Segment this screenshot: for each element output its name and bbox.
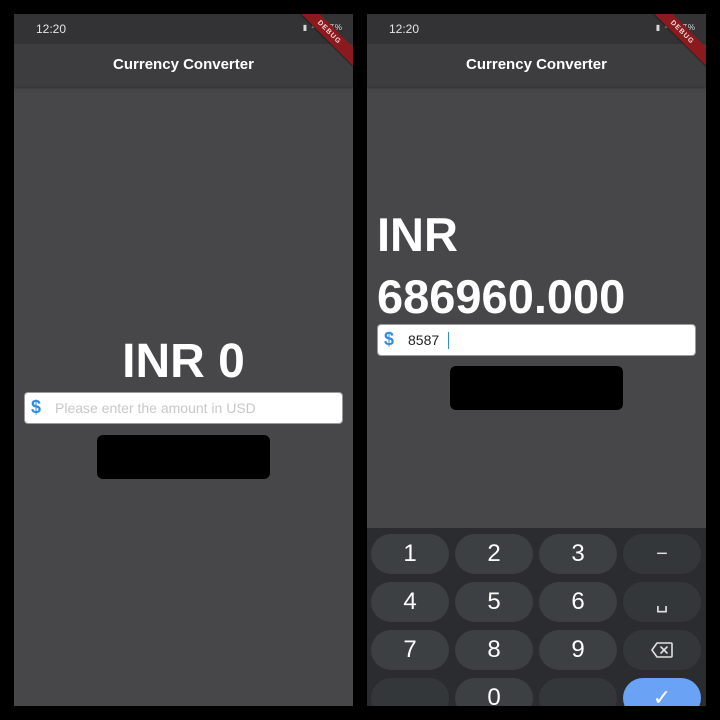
conversion-result: INR 0	[122, 335, 245, 388]
key-7[interactable]: 7	[371, 630, 449, 670]
key-0[interactable]: 0	[455, 678, 533, 706]
status-bar: 12:20 ▮ ⁴ᴳ 87%	[367, 14, 706, 44]
amount-field[interactable]: $	[24, 392, 343, 424]
key-2[interactable]: 2	[455, 534, 533, 574]
phone-screen-initial: 12:20 ▮ ⁴ᴳ 87% Currency Converter DEBUG …	[14, 14, 353, 706]
key-space[interactable]: ␣	[623, 582, 701, 622]
key-minus[interactable]: −	[623, 534, 701, 574]
key-4[interactable]: 4	[371, 582, 449, 622]
key-9[interactable]: 9	[539, 630, 617, 670]
status-bar: 12:20 ▮ ⁴ᴳ 87%	[14, 14, 353, 44]
backspace-icon	[651, 642, 673, 658]
key-1[interactable]: 1	[371, 534, 449, 574]
key-3[interactable]: 3	[539, 534, 617, 574]
key-enter[interactable]: ✓	[623, 678, 701, 706]
key-5[interactable]: 5	[455, 582, 533, 622]
convert-button[interactable]	[450, 366, 623, 410]
amount-field[interactable]: $	[377, 324, 696, 356]
status-time: 12:20	[389, 22, 420, 36]
app-bar: Currency Converter	[14, 44, 353, 87]
phone-screen-converted: 12:20 ▮ ⁴ᴳ 87% Currency Converter DEBUG …	[367, 14, 706, 706]
key-backspace[interactable]	[623, 630, 701, 670]
numeric-keyboard: 1 2 3 − 4 5 6 ␣ 7 8 9 0 ✓	[367, 528, 706, 706]
key-blank-2[interactable]	[539, 678, 617, 706]
key-6[interactable]: 6	[539, 582, 617, 622]
amount-input[interactable]	[408, 325, 688, 355]
key-blank[interactable]	[371, 678, 449, 706]
amount-input[interactable]	[55, 393, 335, 423]
check-icon: ✓	[652, 685, 672, 706]
text-caret	[448, 332, 449, 349]
app-bar: Currency Converter	[367, 44, 706, 87]
conversion-result: INR 686960.000	[377, 208, 626, 323]
key-8[interactable]: 8	[455, 630, 533, 670]
status-time: 12:20	[36, 22, 67, 36]
dollar-icon: $	[31, 397, 42, 417]
convert-button[interactable]	[97, 435, 270, 479]
app-title: Currency Converter	[113, 56, 254, 73]
app-title: Currency Converter	[466, 56, 607, 73]
dollar-icon: $	[384, 329, 395, 349]
